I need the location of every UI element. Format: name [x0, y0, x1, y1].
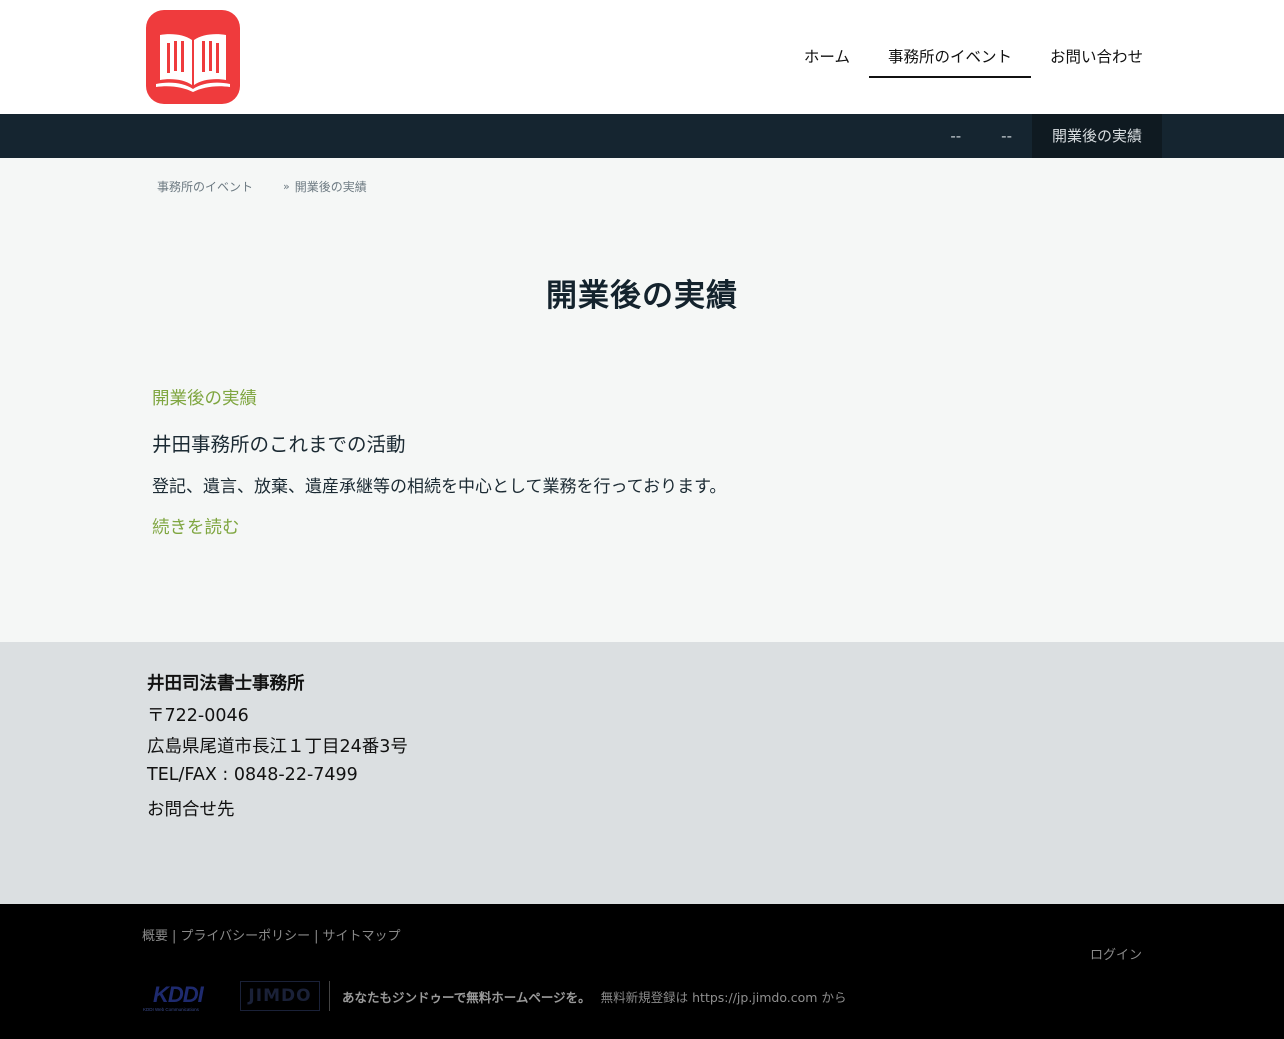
contact-link[interactable]: お問合せ先 [147, 796, 235, 821]
jimdo-logo[interactable]: JIMDO [240, 981, 320, 1011]
nav-item-contact[interactable]: お問い合わせ [1031, 36, 1162, 78]
nav-item-label: 事務所のイベント [887, 48, 1012, 66]
breadcrumb-parent-link[interactable]: 事務所のイベント [157, 178, 253, 195]
post-title-link[interactable]: 開業後の実績 [152, 385, 257, 410]
office-phone: TEL/FAX : 0848-22-7499 [147, 765, 358, 785]
breadcrumb: 事務所のイベント » 開業後の実績 [157, 178, 367, 195]
sub-nav-item-label: 開業後の実績 [1051, 127, 1142, 145]
footer-link-privacy[interactable]: プライバシーポリシー [180, 929, 310, 944]
kddi-logo-subtext: KDDI Web Communications [143, 1007, 200, 1012]
jimdo-promo: あなたもジンドゥーで無料ホームページを。 無料新規登録は https://jp.… [342, 987, 846, 1006]
login-link[interactable]: ログイン [1090, 944, 1142, 963]
sub-nav: -- -- 開業後の実績 [0, 114, 1284, 158]
promo-headline: あなたもジンドゥーで無料ホームページを。 [342, 990, 591, 1005]
postal-code: 〒722-0046 [147, 706, 249, 726]
footer-divider [329, 981, 330, 1011]
site-logo[interactable] [146, 10, 240, 104]
site-header: ホーム 事務所のイベント お問い合わせ [0, 0, 1284, 114]
post-excerpt: 登記、遺言、放棄、遺産承継等の相続を中心として業務を行っております。 [152, 477, 727, 497]
read-more-link[interactable]: 続きを読む [152, 514, 240, 539]
office-address: 広島県尾道市長江１丁目24番3号 [147, 737, 408, 757]
nav-item-label: ホーム [803, 48, 850, 66]
sub-nav-item-label: -- [950, 127, 962, 145]
sub-nav-item-1[interactable]: -- [930, 114, 981, 158]
kddi-logo-text: KDDI [153, 982, 205, 1007]
footer-contact-info: 井田司法書士事務所 〒722-0046 広島県尾道市長江１丁目24番3号 TEL… [0, 642, 1284, 904]
site-footer: 概要 | プライバシーポリシー | サイトマップ ログイン KDDI KDDI Web … [0, 904, 1284, 1039]
promo-url-link[interactable]: https://jp.jimdo.com [692, 990, 817, 1005]
footer-link-separator: | [172, 929, 177, 944]
footer-link-separator: | [314, 929, 319, 944]
kddi-logo[interactable]: KDDI KDDI Web Communications [142, 980, 228, 1014]
footer-link-sitemap[interactable]: サイトマップ [323, 929, 401, 944]
sub-nav-items: -- -- 開業後の実績 [930, 114, 1162, 158]
promo-text: 無料新規登録は [600, 990, 689, 1005]
nav-item-events[interactable]: 事務所のイベント [868, 36, 1032, 78]
promo-suffix: から [821, 990, 847, 1005]
footer-links: 概要 | プライバシーポリシー | サイトマップ [142, 925, 401, 944]
nav-item-label: お問い合わせ [1049, 48, 1143, 66]
nav-item-home[interactable]: ホーム [785, 36, 869, 78]
open-book-icon [156, 34, 230, 92]
sub-nav-item-results[interactable]: 開業後の実績 [1031, 114, 1162, 158]
main-nav: ホーム 事務所のイベント お問い合わせ [785, 0, 1162, 114]
office-name: 井田司法書士事務所 [147, 674, 305, 694]
breadcrumb-current: 開業後の実績 [294, 180, 367, 194]
sub-nav-item-label: -- [1001, 127, 1012, 145]
breadcrumb-separator: » [283, 180, 290, 193]
footer-link-about[interactable]: 概要 [142, 929, 168, 944]
post-heading: 井田事務所のこれまでの活動 [152, 433, 406, 456]
page-title: 開業後の実績 [546, 278, 738, 314]
sub-nav-item-2[interactable]: -- [981, 114, 1032, 158]
